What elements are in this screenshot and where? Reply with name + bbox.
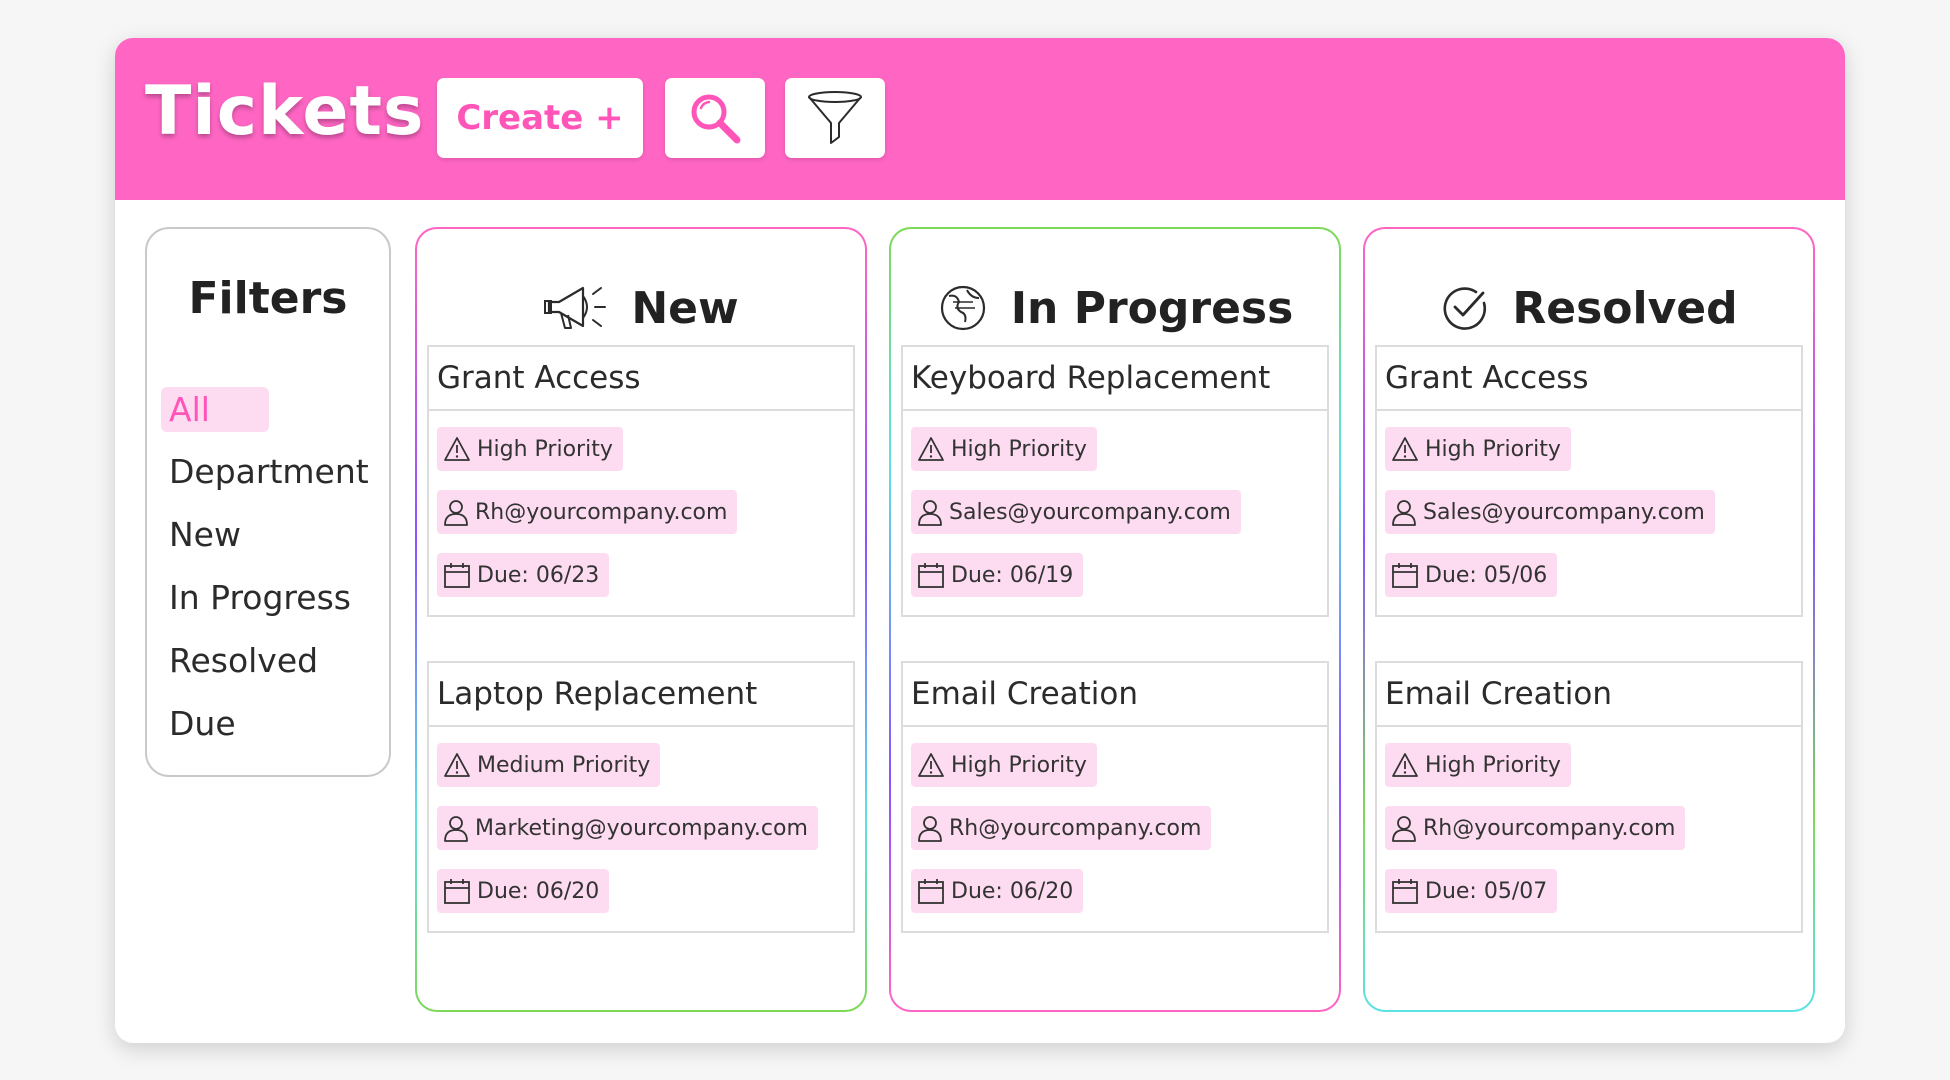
warning-icon bbox=[918, 437, 944, 461]
calendar-icon bbox=[1392, 563, 1418, 588]
ticket-title: Grant Access bbox=[1377, 347, 1801, 411]
megaphone-icon bbox=[544, 286, 607, 329]
due-badge: Due: 06/23 bbox=[437, 553, 610, 597]
funnel-icon bbox=[808, 91, 862, 144]
ticket-card[interactable]: Grant Access High Priority Sales@yourcom… bbox=[1375, 345, 1803, 617]
due-date: Due: 06/23 bbox=[477, 562, 600, 588]
ticket-card[interactable]: Laptop Replacement Medium Priority Marke… bbox=[427, 661, 855, 933]
column-title: In Progress bbox=[1010, 282, 1294, 334]
tickets-app: Tickets Create + Filters All Department … bbox=[115, 38, 1845, 1043]
filter-item-all[interactable]: All bbox=[161, 387, 269, 432]
calendar-icon bbox=[918, 563, 944, 588]
warning-icon bbox=[1392, 437, 1418, 461]
calendar-icon bbox=[918, 879, 944, 904]
ticket-title: Grant Access bbox=[429, 347, 853, 411]
ticket-card[interactable]: Grant Access High Priority Rh@yourcompan… bbox=[427, 345, 855, 617]
due-date: Due: 05/07 bbox=[1425, 878, 1548, 904]
ticket-title: Keyboard Replacement bbox=[903, 347, 1327, 411]
column-title: Resolved bbox=[1512, 282, 1738, 334]
column-header: New bbox=[417, 273, 865, 343]
column-header: In Progress bbox=[891, 273, 1339, 343]
column-in-progress: In Progress Keyboard Replacement High Pr… bbox=[889, 227, 1341, 1012]
column-new: New Grant Access High Priority Rh@yourco… bbox=[415, 227, 867, 1012]
create-ticket-button[interactable]: Create + bbox=[437, 78, 643, 158]
assignee-badge: Sales@yourcompany.com bbox=[1385, 490, 1715, 534]
priority-label: Medium Priority bbox=[477, 752, 651, 778]
assignee-email: Marketing@yourcompany.com bbox=[475, 815, 808, 841]
assignee-badge: Marketing@yourcompany.com bbox=[437, 806, 818, 850]
calendar-icon bbox=[1392, 879, 1418, 904]
ticket-card[interactable]: Keyboard Replacement High Priority Sales… bbox=[901, 345, 1329, 617]
priority-badge: High Priority bbox=[437, 427, 623, 471]
ticket-title: Laptop Replacement bbox=[429, 663, 853, 727]
priority-label: High Priority bbox=[1425, 436, 1561, 462]
due-badge: Due: 06/20 bbox=[437, 869, 610, 913]
due-badge: Due: 05/07 bbox=[1385, 869, 1558, 913]
ticket-title: Email Creation bbox=[1377, 663, 1801, 727]
due-date: Due: 05/06 bbox=[1425, 562, 1548, 588]
warning-icon bbox=[444, 753, 470, 777]
warning-icon bbox=[918, 753, 944, 777]
warning-icon bbox=[1392, 753, 1418, 777]
priority-badge: High Priority bbox=[1385, 427, 1571, 471]
user-icon bbox=[444, 816, 468, 842]
ticket-title: Email Creation bbox=[903, 663, 1327, 727]
filter-button[interactable] bbox=[785, 78, 885, 158]
assignee-badge: Rh@yourcompany.com bbox=[1385, 806, 1686, 850]
priority-label: High Priority bbox=[951, 436, 1087, 462]
due-badge: Due: 06/20 bbox=[911, 869, 1084, 913]
ticket-card[interactable]: Email Creation High Priority Rh@yourcomp… bbox=[901, 661, 1329, 933]
user-icon bbox=[918, 500, 942, 526]
filter-item-in-progress[interactable]: In Progress bbox=[161, 575, 359, 620]
user-icon bbox=[918, 816, 942, 842]
search-icon bbox=[691, 94, 741, 144]
priority-badge: High Priority bbox=[911, 427, 1097, 471]
assignee-email: Rh@yourcompany.com bbox=[949, 815, 1202, 841]
column-resolved: Resolved Grant Access High Priority Sale… bbox=[1363, 227, 1815, 1012]
priority-label: High Priority bbox=[1425, 752, 1561, 778]
globe-icon bbox=[940, 285, 985, 331]
priority-badge: Medium Priority bbox=[437, 743, 661, 787]
user-icon bbox=[1392, 500, 1416, 526]
filter-item-due[interactable]: Due bbox=[161, 701, 244, 746]
column-header: Resolved bbox=[1365, 273, 1813, 343]
warning-icon bbox=[444, 437, 470, 461]
priority-badge: High Priority bbox=[1385, 743, 1571, 787]
priority-label: High Priority bbox=[951, 752, 1087, 778]
calendar-icon bbox=[444, 879, 470, 904]
assignee-badge: Rh@yourcompany.com bbox=[911, 806, 1212, 850]
filter-item-resolved[interactable]: Resolved bbox=[161, 638, 326, 683]
due-date: Due: 06/20 bbox=[951, 878, 1074, 904]
user-icon bbox=[1392, 816, 1416, 842]
filter-item-department[interactable]: Department bbox=[161, 449, 377, 494]
due-badge: Due: 06/19 bbox=[911, 553, 1084, 597]
due-date: Due: 06/19 bbox=[951, 562, 1074, 588]
assignee-email: Rh@yourcompany.com bbox=[1423, 815, 1676, 841]
search-button[interactable] bbox=[665, 78, 765, 158]
assignee-email: Sales@yourcompany.com bbox=[949, 499, 1231, 525]
filters-panel: Filters All Department New In Progress R… bbox=[145, 227, 391, 777]
priority-badge: High Priority bbox=[911, 743, 1097, 787]
assignee-email: Sales@yourcompany.com bbox=[1423, 499, 1705, 525]
due-badge: Due: 05/06 bbox=[1385, 553, 1558, 597]
filter-item-new[interactable]: New bbox=[161, 512, 249, 557]
user-icon bbox=[444, 500, 468, 526]
due-date: Due: 06/20 bbox=[477, 878, 600, 904]
column-title: New bbox=[631, 282, 739, 334]
priority-label: High Priority bbox=[477, 436, 613, 462]
app-header: Tickets Create + bbox=[115, 38, 1845, 200]
check-circle-icon bbox=[1443, 287, 1487, 330]
assignee-email: Rh@yourcompany.com bbox=[475, 499, 728, 525]
ticket-card[interactable]: Email Creation High Priority Rh@yourcomp… bbox=[1375, 661, 1803, 933]
assignee-badge: Sales@yourcompany.com bbox=[911, 490, 1241, 534]
assignee-badge: Rh@yourcompany.com bbox=[437, 490, 738, 534]
calendar-icon bbox=[444, 563, 470, 588]
page-title: Tickets bbox=[145, 72, 425, 151]
filters-title: Filters bbox=[188, 273, 348, 324]
